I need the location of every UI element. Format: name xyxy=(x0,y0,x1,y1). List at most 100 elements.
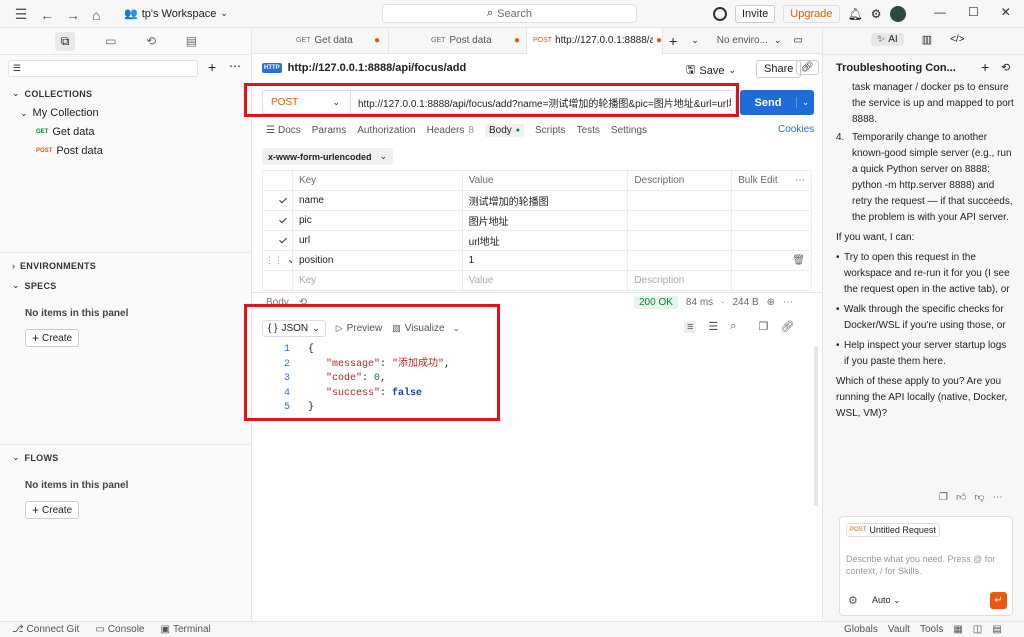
gear-icon[interactable]: ⚙ xyxy=(871,7,882,21)
more-icon[interactable]: ⋯ xyxy=(229,59,241,73)
param-key[interactable]: url xyxy=(292,231,463,251)
sidebar-item-post-data[interactable]: POST Post data xyxy=(36,145,103,157)
tabs-dropdown-icon[interactable]: ⌄ xyxy=(691,35,699,46)
context-chip[interactable]: POST Untitled Request xyxy=(846,523,940,537)
specs-create-button[interactable]: + Create xyxy=(25,329,80,347)
param-description[interactable] xyxy=(628,211,733,231)
param-value[interactable]: 测试增加的轮播图 xyxy=(462,191,629,211)
back-icon[interactable]: ← xyxy=(40,7,54,23)
files-tab-icon[interactable]: ▤ xyxy=(186,34,197,48)
environment-settings-icon[interactable]: ▭ xyxy=(793,35,802,46)
copy-link-icon[interactable]: 🔗︎ xyxy=(796,60,819,75)
sidebar-item-get-data[interactable]: GET Get data xyxy=(36,126,95,138)
thumbs-up-icon[interactable]: 👍︎ xyxy=(956,491,966,503)
param-value[interactable]: 图片地址 xyxy=(462,211,629,231)
tab-ai[interactable]: ✨︎ AI xyxy=(871,33,904,46)
close-icon[interactable]: ✕ xyxy=(1001,5,1011,19)
settings-icon[interactable]: ⚙ xyxy=(848,594,858,607)
upgrade-button[interactable]: Upgrade xyxy=(783,5,840,23)
tab-tests[interactable]: Tests xyxy=(577,125,600,136)
bulk-edit-button[interactable]: Bulk Edit xyxy=(738,175,777,186)
vault-button[interactable]: Vault xyxy=(888,624,910,635)
environment-selector[interactable]: No enviro... ⌄ ▭ xyxy=(717,35,803,46)
workspace-switcher[interactable]: 👥 tp's Workspace ⌄ xyxy=(124,7,228,21)
copy-icon[interactable]: ❐ xyxy=(939,492,948,503)
collections-section[interactable]: ⌄ COLLECTIONS xyxy=(12,88,92,99)
sync-status-icon[interactable] xyxy=(713,7,727,21)
send-message-icon[interactable]: ↵ xyxy=(990,592,1007,609)
tab-get-data[interactable]: GET Get data ● xyxy=(252,27,389,54)
sidebar-filter-input[interactable]: ☰ xyxy=(8,60,198,77)
connect-git-button[interactable]: ⎇ Connect Git xyxy=(12,624,79,635)
globe-icon[interactable]: ⊕ xyxy=(767,297,775,308)
param-description[interactable] xyxy=(628,251,733,271)
history-tab-icon[interactable]: ⟲ xyxy=(146,34,156,48)
wrap-lines-icon[interactable]: ≡ xyxy=(684,320,697,333)
tab-docs[interactable]: ☰ Docs xyxy=(266,125,301,136)
status-badge[interactable]: 200 OK xyxy=(634,296,678,309)
add-icon[interactable]: + xyxy=(208,59,216,75)
new-tab-icon[interactable]: + xyxy=(669,33,677,49)
chat-input[interactable]: Describe what you need. Press @ for cont… xyxy=(846,553,1008,577)
save-button[interactable]: 🖫︎ Save ⌄ xyxy=(686,61,736,80)
share-button[interactable]: Share xyxy=(756,60,802,78)
tab-settings[interactable]: Settings xyxy=(611,125,647,136)
home-icon[interactable]: ⌂ xyxy=(92,7,100,23)
drag-handle-icon[interactable]: ⋮⋮ xyxy=(265,255,283,266)
tab-body[interactable]: Body ● xyxy=(484,124,524,137)
code-tab-icon[interactable]: </> xyxy=(950,34,964,45)
bell-icon[interactable]: 🔔︎ xyxy=(848,7,863,21)
tab-authorization[interactable]: Authorization xyxy=(357,125,415,136)
collections-tab-icon[interactable]: ⧉ xyxy=(54,31,76,51)
send-button[interactable]: Send xyxy=(740,97,796,109)
tab-active-request[interactable]: POST http://127.0.0.1:8888/a ● xyxy=(527,27,663,54)
flows-section[interactable]: ⌄ FLOWS xyxy=(12,452,59,463)
link-icon[interactable]: 🔗︎ xyxy=(780,320,794,333)
model-select[interactable]: Auto ⌄ xyxy=(872,595,900,605)
minimize-icon[interactable]: — xyxy=(934,5,946,19)
forward-icon[interactable]: → xyxy=(66,7,80,23)
row-checkbox[interactable] xyxy=(289,256,292,265)
more-icon[interactable]: ⋯ xyxy=(795,175,805,186)
tab-scripts[interactable]: Scripts xyxy=(535,125,566,136)
more-icon[interactable]: ⋯ xyxy=(783,297,793,308)
maximize-icon[interactable]: ☐ xyxy=(968,5,979,19)
environments-section[interactable]: › ENVIRONMENTS xyxy=(12,261,96,271)
response-size[interactable]: 244 B xyxy=(733,297,759,308)
flows-create-button[interactable]: + Create xyxy=(25,501,80,519)
filter-icon[interactable]: ☰ xyxy=(708,320,718,333)
new-description-input[interactable]: Description xyxy=(628,271,733,291)
search-icon[interactable]: ⌕ xyxy=(730,320,736,333)
menu-icon[interactable]: ☰ xyxy=(14,6,28,23)
my-collection[interactable]: ⌄ My Collection xyxy=(20,107,99,119)
response-scrollbar[interactable] xyxy=(814,346,818,506)
tab-headers[interactable]: Headers 8 xyxy=(427,125,474,136)
console-button[interactable]: ▭ Console xyxy=(95,624,144,635)
new-key-input[interactable]: Key xyxy=(292,271,463,291)
param-key[interactable]: name xyxy=(292,191,463,211)
documentation-tab-icon[interactable]: ▥ xyxy=(922,33,932,46)
more-icon[interactable]: ⋯ xyxy=(993,492,1003,503)
row-checkbox[interactable] xyxy=(279,216,288,225)
terminal-button[interactable]: ▣ Terminal xyxy=(161,624,211,635)
search-bar[interactable]: ⌕ Search xyxy=(382,4,637,23)
row-checkbox[interactable] xyxy=(279,196,288,205)
globals-button[interactable]: Globals xyxy=(844,624,878,635)
trash-icon[interactable]: 🗑︎ xyxy=(792,255,805,266)
body-type-select[interactable]: x-www-form-urlencoded ⌄ xyxy=(262,148,394,165)
response-time[interactable]: 84 ms xyxy=(686,297,713,308)
avatar[interactable] xyxy=(889,6,906,22)
param-description[interactable] xyxy=(628,191,733,211)
tab-params[interactable]: Params xyxy=(312,125,346,136)
copy-icon[interactable]: ❐ xyxy=(758,320,768,333)
param-value[interactable]: 1 xyxy=(462,251,629,271)
thumbs-down-icon[interactable]: 👎︎ xyxy=(974,491,984,503)
specs-section[interactable]: ⌄ SPECS xyxy=(12,280,57,291)
environments-tab-icon[interactable]: ▭ xyxy=(105,34,116,48)
param-key[interactable]: position xyxy=(292,251,463,271)
send-options-icon[interactable]: ⌄ xyxy=(796,97,814,108)
param-value[interactable]: url地址 xyxy=(462,231,629,251)
param-description[interactable] xyxy=(628,231,733,251)
new-value-input[interactable]: Value xyxy=(462,271,629,291)
split-view-icon[interactable]: ◫ xyxy=(973,624,982,635)
